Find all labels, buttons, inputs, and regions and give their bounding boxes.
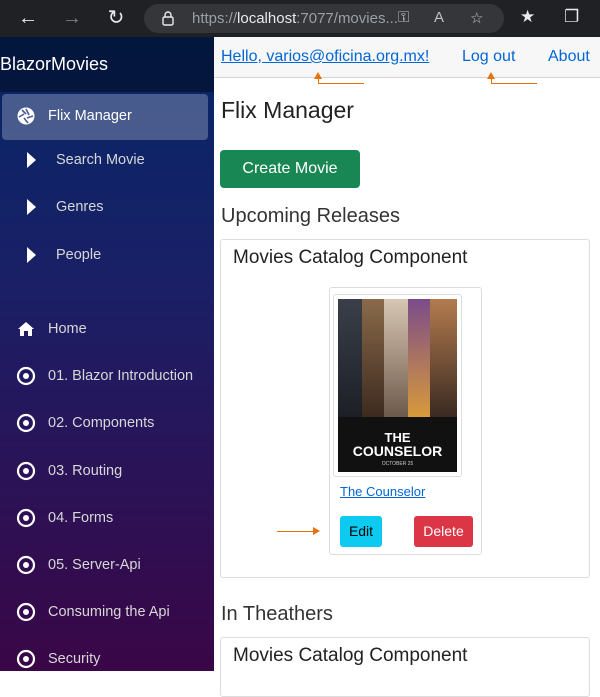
target-icon <box>16 602 36 622</box>
sidebar-item-forms[interactable]: 04. Forms <box>0 496 214 542</box>
section-heading-in-theaters: In Theathers <box>221 603 333 625</box>
target-icon <box>16 413 36 433</box>
about-link[interactable]: About <box>548 48 590 66</box>
sidebar-item-search-movie[interactable]: Search Movie <box>0 138 214 184</box>
create-movie-button[interactable]: Create Movie <box>220 150 360 188</box>
address-bar[interactable]: https://localhost:7077/movies... ⚿ A ☆ <box>144 4 504 33</box>
logout-link[interactable]: Log out <box>462 48 515 66</box>
add-favorite-icon[interactable]: ☆ <box>470 9 483 27</box>
sidebar-item-server-api[interactable]: 05. Server-Api <box>0 543 214 589</box>
brand-title[interactable]: BlazorMovies <box>0 54 108 75</box>
target-icon <box>16 366 36 386</box>
sidebar-item-components[interactable]: 02. Components <box>0 401 214 447</box>
poster-title-line2: COUNSELOR <box>352 443 443 459</box>
back-arrow-icon[interactable]: ← <box>14 5 42 31</box>
section-heading-upcoming: Upcoming Releases <box>221 205 400 227</box>
sidebar-item-people[interactable]: People <box>0 233 214 279</box>
browser-toolbar: ← → ↻ https://localhost:7077/movies... ⚿… <box>0 0 600 37</box>
target-icon <box>16 461 36 481</box>
caret-right-icon <box>27 247 36 263</box>
caret-right-icon <box>27 152 36 168</box>
sidebar-item-security[interactable]: Security <box>0 637 214 683</box>
movies-catalog-upcoming: Movies Catalog Component THE COUNSELOR O… <box>220 239 590 578</box>
sidebar-item-consuming-the-api[interactable]: Consuming the Api <box>0 590 214 636</box>
home-icon <box>18 322 34 336</box>
movie-card: THE COUNSELOR OCTOBER 25 The Counselor E… <box>329 287 482 555</box>
edit-button[interactable]: Edit <box>340 516 382 547</box>
user-profile-link[interactable]: Hello, varios@oficina.org.mx! <box>221 48 429 66</box>
favorites-icon[interactable]: ★ <box>520 7 535 27</box>
sidebar-item-genres[interactable]: Genres <box>0 185 214 231</box>
read-aloud-icon[interactable]: A <box>434 9 444 26</box>
page-title: Flix Manager <box>221 97 354 123</box>
collections-icon[interactable]: ❐ <box>564 7 579 27</box>
movie-poster[interactable]: THE COUNSELOR OCTOBER 25 <box>333 294 462 477</box>
sidebar-item-routing[interactable]: 03. Routing <box>0 449 214 495</box>
caret-right-icon <box>27 199 36 215</box>
poster-date: OCTOBER 25 <box>381 461 414 467</box>
aperture-icon <box>17 107 35 125</box>
sidebar-item-home[interactable]: Home <box>0 307 214 353</box>
catalog-title: Movies Catalog Component <box>233 247 468 268</box>
forward-arrow-icon[interactable]: → <box>58 5 86 31</box>
target-icon <box>16 555 36 575</box>
catalog-title: Movies Catalog Component <box>233 645 468 666</box>
movie-title-link[interactable]: The Counselor <box>340 484 425 499</box>
top-row: Hello, varios@oficina.org.mx! Log out Ab… <box>214 37 600 78</box>
delete-button[interactable]: Delete <box>414 516 473 547</box>
movies-catalog-in-theaters: Movies Catalog Component <box>220 637 590 697</box>
reload-icon[interactable]: ↻ <box>102 5 130 31</box>
sidebar-item-flix-manager[interactable]: Flix Manager <box>0 94 214 140</box>
key-icon[interactable]: ⚿ <box>398 9 409 26</box>
lock-icon <box>162 11 174 26</box>
brand-bar: BlazorMovies <box>0 37 214 92</box>
target-icon <box>16 508 36 528</box>
target-icon <box>16 649 36 669</box>
sidebar-item-blazor-introduction[interactable]: 01. Blazor Introduction <box>0 354 214 400</box>
sidebar: BlazorMovies Flix Manager Search Movie G… <box>0 37 214 671</box>
address-url: https://localhost:7077/movies... <box>192 10 398 27</box>
